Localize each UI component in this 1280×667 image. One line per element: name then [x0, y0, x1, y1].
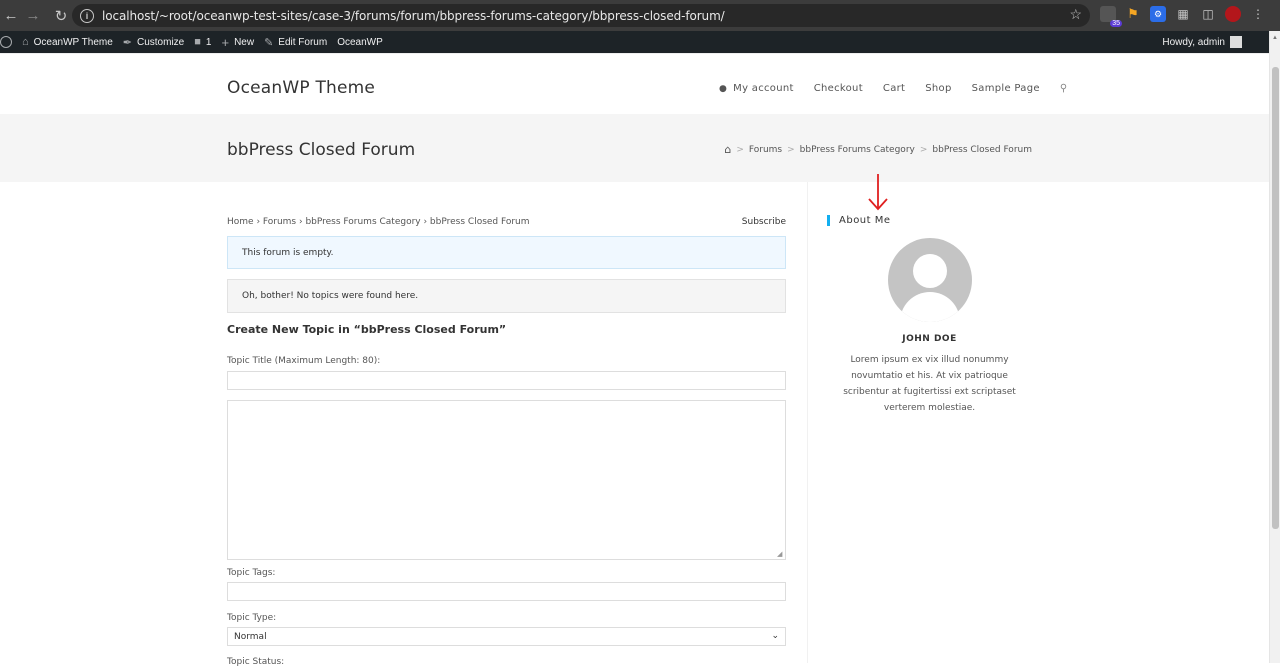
- topic-type-select[interactable]: Normal ⌄: [227, 627, 786, 646]
- author-bio: Lorem ipsum ex vix illud nonummy novumta…: [843, 355, 1016, 413]
- user-icon: ●: [719, 83, 728, 94]
- forum-empty-notice: This forum is empty.: [227, 236, 786, 269]
- page-header: bbPress Closed Forum ⌂ > Forums > bbPres…: [0, 114, 1269, 182]
- url-text: localhost/~root/oceanwp-test-sites/case-…: [102, 8, 725, 23]
- topic-status-label: Topic Status:: [227, 657, 285, 667]
- chevron-down-icon: ⌄: [771, 631, 779, 641]
- shield-extension-icon[interactable]: ⚙: [1150, 6, 1166, 22]
- browser-toolbar: ← → ↻ i localhost/~root/oceanwp-test-sit…: [0, 0, 1280, 31]
- admin-comments-count: 1: [205, 36, 212, 48]
- extensions-area: 35 ⚑ ⚙ ▦ ◫ ⋮: [1100, 6, 1266, 27]
- admin-account-menu[interactable]: Howdy, admin: [1162, 31, 1242, 53]
- wordpress-logo-icon: [0, 36, 12, 48]
- breadcrumb-separator: >: [736, 144, 744, 155]
- page-title: bbPress Closed Forum: [227, 140, 416, 160]
- breadcrumb-current: bbPress Closed Forum: [932, 144, 1032, 155]
- nav-shop[interactable]: Shop: [925, 83, 951, 94]
- main-navigation: ● My account Checkout Cart Shop Sample P…: [719, 83, 1067, 94]
- howdy-label: Howdy, admin: [1162, 36, 1225, 48]
- subscribe-link[interactable]: Subscribe: [742, 217, 786, 227]
- page-scrollbar[interactable]: ▲: [1269, 31, 1280, 663]
- topic-title-input[interactable]: [227, 371, 786, 390]
- breadcrumb-category[interactable]: bbPress Forums Category: [800, 145, 915, 155]
- breadcrumb: ⌂ > Forums > bbPress Forums Category > b…: [724, 143, 1032, 156]
- nav-checkout[interactable]: Checkout: [814, 83, 863, 94]
- forward-arrow-icon[interactable]: →: [22, 5, 44, 27]
- profile-avatar-icon[interactable]: [1225, 6, 1241, 22]
- scroll-up-arrow-icon[interactable]: ▲: [1272, 35, 1278, 41]
- reload-icon[interactable]: ↻: [50, 5, 72, 27]
- topic-type-label: Topic Type:: [227, 613, 277, 623]
- about-me-widget-title: About Me: [827, 215, 891, 226]
- wp-admin-bar: ⌂ OceanWP Theme ✒ Customize ■ 1 + New ✎ …: [0, 31, 1280, 53]
- menu-kebab-icon[interactable]: ⋮: [1250, 6, 1266, 22]
- admin-customize-label: Customize: [137, 36, 185, 48]
- nav-sample-page[interactable]: Sample Page: [972, 83, 1040, 94]
- textarea-resize-grip-icon[interactable]: ◢: [777, 551, 785, 559]
- back-arrow-icon[interactable]: ←: [0, 5, 22, 27]
- site-header: OceanWP Theme ● My account Checkout Cart…: [0, 53, 1269, 114]
- extension-icon[interactable]: 35: [1100, 6, 1122, 27]
- side-panel-icon[interactable]: ◫: [1200, 6, 1216, 22]
- breadcrumb-separator: >: [787, 144, 795, 155]
- admin-avatar: [1230, 36, 1242, 48]
- sidebar-divider: [807, 182, 808, 663]
- wp-logo-menu[interactable]: [0, 31, 17, 53]
- author-name: JOHN DOE: [902, 334, 957, 344]
- breadcrumb-separator: >: [919, 144, 928, 155]
- extension-badge: 35: [1110, 20, 1122, 27]
- author-avatar: [888, 238, 972, 322]
- site-title[interactable]: OceanWP Theme: [227, 78, 375, 98]
- nav-my-account[interactable]: ● My account: [719, 83, 794, 94]
- red-arrow-annotation-icon: [868, 174, 888, 211]
- admin-customize[interactable]: ✒ Customize: [118, 31, 189, 53]
- no-topics-notice: Oh, bother! No topics were found here.: [227, 279, 786, 313]
- topic-tags-label: Topic Tags:: [227, 568, 276, 578]
- address-bar[interactable]: i localhost/~root/oceanwp-test-sites/cas…: [72, 4, 1090, 27]
- pencil-icon: ✎: [264, 36, 274, 49]
- admin-oceanwp-label: OceanWP: [337, 36, 383, 48]
- admin-site-name[interactable]: ⌂ OceanWP Theme: [17, 31, 118, 53]
- admin-edit-forum-label: Edit Forum: [278, 36, 328, 48]
- flag-extension-icon[interactable]: ⚑: [1125, 6, 1141, 22]
- avatar-head: [913, 254, 947, 288]
- admin-edit-forum[interactable]: ✎ Edit Forum: [259, 31, 332, 53]
- nav-my-account-label: My account: [733, 83, 794, 94]
- topic-type-selected: Normal: [234, 631, 267, 642]
- brush-icon: ✒: [122, 36, 132, 49]
- admin-new[interactable]: + New: [216, 31, 259, 53]
- new-topic-form-title: Create New Topic in “bbPress Closed Foru…: [227, 323, 507, 336]
- admin-comments[interactable]: ■ 1: [189, 31, 216, 53]
- comment-icon: ■: [194, 36, 201, 48]
- admin-new-label: New: [234, 36, 255, 48]
- avatar-body: [900, 292, 960, 322]
- bookmark-star-icon[interactable]: ☆: [1069, 6, 1082, 23]
- admin-site-name-label: OceanWP Theme: [33, 36, 113, 48]
- admin-oceanwp[interactable]: OceanWP: [332, 31, 388, 53]
- puzzle-icon[interactable]: ▦: [1175, 6, 1191, 22]
- topic-tags-input[interactable]: [227, 582, 786, 601]
- home-icon: ⌂: [22, 36, 29, 48]
- breadcrumb-forums[interactable]: Forums: [749, 145, 782, 155]
- plus-icon: +: [221, 34, 230, 50]
- home-icon[interactable]: ⌂: [724, 143, 731, 156]
- topic-title-label: Topic Title (Maximum Length: 80):: [227, 356, 381, 366]
- topic-content-textarea[interactable]: [227, 400, 786, 560]
- bbp-breadcrumb[interactable]: Home › Forums › bbPress Forums Category …: [227, 217, 530, 227]
- scroll-thumb[interactable]: [1272, 67, 1279, 529]
- search-icon[interactable]: ⚲: [1060, 83, 1068, 94]
- nav-cart[interactable]: Cart: [883, 83, 905, 94]
- site-info-icon[interactable]: i: [80, 8, 94, 23]
